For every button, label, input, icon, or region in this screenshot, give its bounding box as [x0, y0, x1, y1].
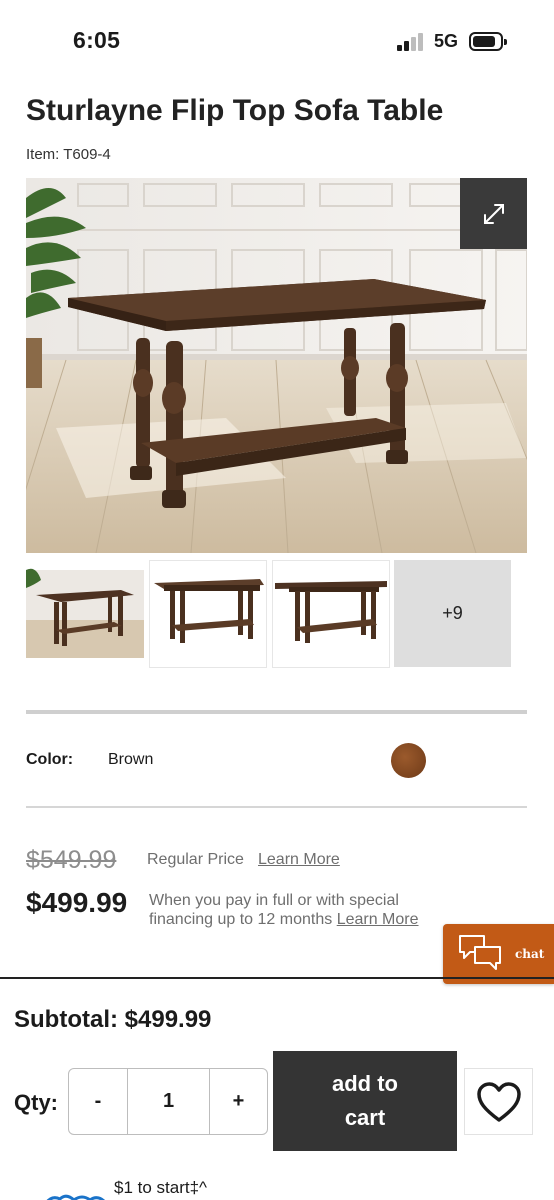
thumbnail-1[interactable] — [26, 560, 144, 668]
footer-divider — [0, 977, 554, 979]
sale-price: $499.99 — [26, 887, 128, 918]
qty-label: Qty: — [14, 1090, 58, 1115]
financing-promo-text: $1 to start‡^ — [114, 1178, 208, 1197]
battery-icon — [469, 32, 507, 51]
status-time: 6:05 — [73, 27, 121, 53]
add-to-cart-button[interactable]: add to cart — [273, 1051, 457, 1151]
section-divider — [26, 710, 527, 714]
financing-partner-logo — [42, 1190, 106, 1200]
network-label: 5G — [434, 31, 459, 51]
qty-input[interactable]: 1 — [128, 1069, 210, 1134]
more-images-button[interactable]: +9 — [394, 560, 511, 667]
color-label: Color: — [26, 751, 74, 768]
thumbnail-3[interactable] — [272, 560, 390, 668]
status-bar: 6:05 5G — [0, 0, 554, 84]
signal-icon — [397, 33, 425, 51]
chat-bubbles-icon — [459, 935, 501, 970]
heart-icon — [476, 1081, 521, 1122]
chat-label: chat — [515, 947, 545, 961]
financing-note: When you pay in full or with special fin… — [149, 891, 449, 929]
divider — [26, 806, 527, 808]
qty-increase-button[interactable]: + — [210, 1069, 267, 1134]
color-value: Brown — [108, 751, 154, 768]
item-number: Item: T609-4 — [26, 146, 111, 163]
wishlist-button[interactable] — [464, 1068, 533, 1135]
regular-price-label: Regular Price — [147, 851, 244, 868]
financing-learn-more-link[interactable]: Learn More — [337, 911, 419, 928]
qty-decrease-button[interactable]: - — [69, 1069, 128, 1134]
subtotal: Subtotal: $499.99 — [14, 1006, 212, 1033]
expand-icon — [483, 203, 504, 224]
expand-button[interactable] — [460, 178, 527, 249]
quantity-stepper: - 1 + — [68, 1068, 268, 1135]
regular-price: $549.99 — [26, 846, 117, 874]
color-swatch-brown[interactable] — [391, 743, 426, 778]
thumbnail-strip: +9 — [26, 560, 527, 668]
learn-more-link[interactable]: Learn More — [258, 851, 340, 869]
product-title: Sturlayne Flip Top Sofa Table — [26, 94, 444, 127]
thumbnail-2[interactable] — [149, 560, 267, 668]
chat-button[interactable]: chat — [443, 924, 554, 984]
product-main-image[interactable] — [26, 178, 527, 553]
